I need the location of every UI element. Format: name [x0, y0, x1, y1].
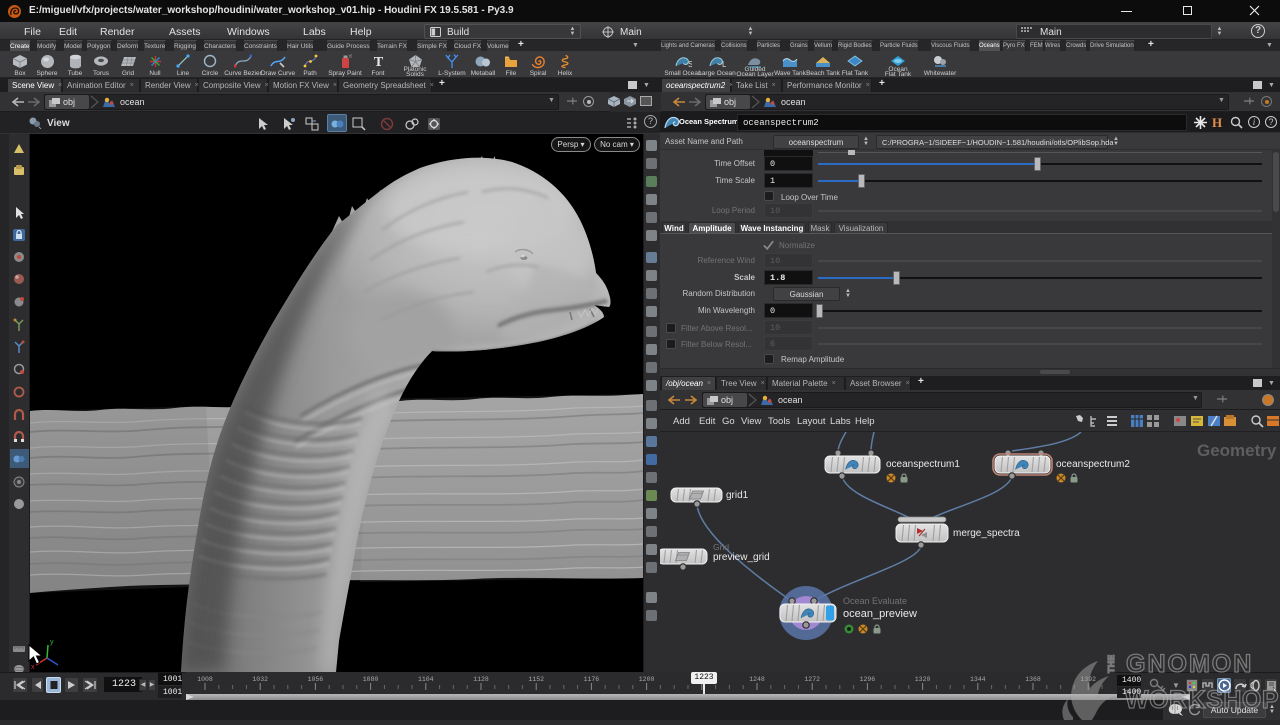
svg-text:1056: 1056: [308, 676, 324, 683]
svg-text:T: T: [373, 55, 383, 68]
svg-text:L: L: [722, 60, 726, 68]
svg-text:1368: 1368: [1025, 676, 1041, 683]
svg-text:1104: 1104: [418, 676, 434, 683]
svg-text:1296: 1296: [860, 676, 876, 683]
svg-text:1152: 1152: [528, 676, 544, 683]
svg-text:1032: 1032: [252, 676, 268, 683]
svg-text:1392: 1392: [1080, 676, 1096, 683]
svg-text:y: y: [50, 639, 54, 646]
svg-text:1080: 1080: [363, 676, 379, 683]
svg-text:1176: 1176: [584, 676, 600, 683]
svg-text:1320: 1320: [915, 676, 931, 683]
svg-text:1008: 1008: [197, 676, 213, 683]
svg-text:1200: 1200: [639, 676, 655, 683]
svg-text:1272: 1272: [804, 676, 820, 683]
svg-text:S: S: [688, 60, 692, 68]
svg-text:1344: 1344: [970, 676, 986, 683]
svg-text:1128: 1128: [473, 676, 489, 683]
svg-text:1248: 1248: [749, 676, 765, 683]
